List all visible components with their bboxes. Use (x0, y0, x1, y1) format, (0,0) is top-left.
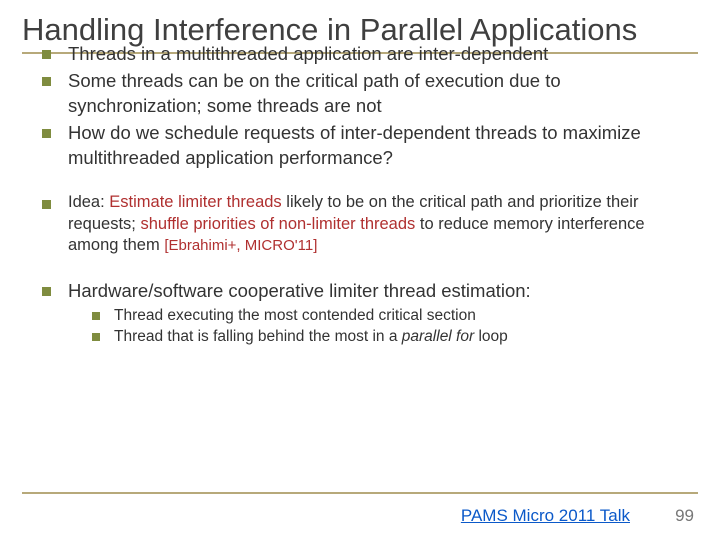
bullet-list: Threads in a multithreaded application a… (42, 42, 678, 171)
sub-bullet-list: Thread executing the most contended crit… (92, 306, 678, 348)
hw-text: Hardware/software cooperative limiter th… (68, 280, 531, 301)
slide-content: Threads in a multithreaded application a… (0, 42, 720, 348)
sub-text: loop (474, 328, 508, 345)
italic-phrase: parallel for (402, 328, 474, 345)
footer-link[interactable]: PAMS Micro 2011 Talk (461, 506, 630, 526)
bullet-item: Hardware/software cooperative limiter th… (42, 279, 678, 348)
bullet-list: Idea: Estimate limiter threads likely to… (42, 192, 678, 256)
bullet-item: Some threads can be on the critical path… (42, 69, 678, 119)
bullet-list: Hardware/software cooperative limiter th… (42, 279, 678, 348)
idea-prefix: Idea: (68, 193, 109, 211)
sub-text: Thread that is falling behind the most i… (114, 328, 402, 345)
citation: [Ebrahimi+, MICRO'11] (164, 237, 317, 254)
footer-divider (22, 492, 698, 494)
sub-bullet-item: Thread that is falling behind the most i… (92, 327, 678, 348)
bullet-item: Threads in a multithreaded application a… (42, 42, 678, 67)
sub-bullet-item: Thread executing the most contended crit… (92, 306, 678, 327)
page-number: 99 (675, 506, 694, 526)
bullet-item-idea: Idea: Estimate limiter threads likely to… (42, 192, 678, 256)
bullet-item: How do we schedule requests of inter-dep… (42, 121, 678, 171)
idea-keyword: shuffle priorities of non-limiter thread… (140, 215, 415, 233)
idea-keyword: Estimate limiter threads (109, 193, 281, 211)
